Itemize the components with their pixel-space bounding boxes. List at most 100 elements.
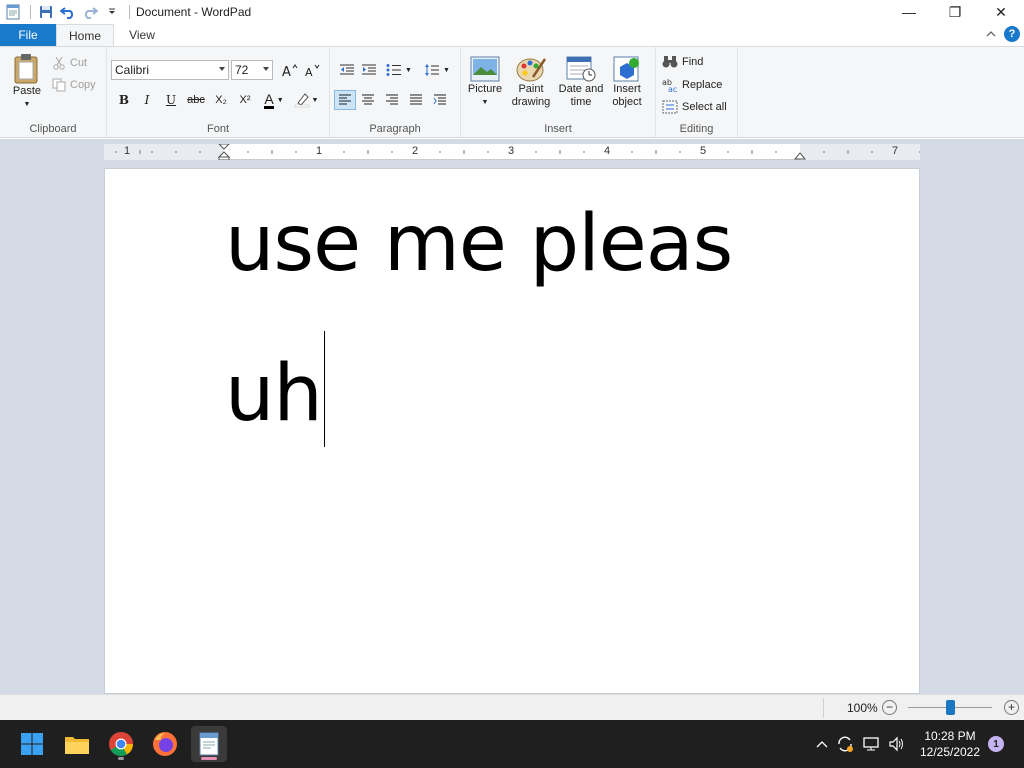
zoom-slider-thumb[interactable] [946, 700, 955, 715]
redo-icon[interactable] [79, 1, 101, 23]
paragraph-group: ▼ ▼ Paragraph [330, 47, 461, 137]
align-center-icon [362, 94, 374, 105]
font-size-value: 72 [235, 63, 249, 77]
highlight-color-button[interactable]: ▼ [291, 90, 321, 110]
divider [823, 698, 824, 718]
select-all-button[interactable]: Select all [662, 97, 727, 117]
tab-view[interactable]: View [114, 24, 170, 46]
window-title: Document - WordPad [136, 5, 252, 19]
save-icon[interactable] [35, 1, 57, 23]
picture-label: Picture [467, 83, 503, 95]
underline-button[interactable]: U [159, 90, 183, 110]
wordpad-app-icon[interactable] [2, 1, 24, 23]
highlighter-icon [294, 93, 309, 108]
notification-badge[interactable]: 1 [988, 736, 1004, 752]
paste-label: Paste [12, 85, 42, 97]
text-color-letter: A [264, 90, 274, 109]
bullet-list-icon [386, 64, 402, 76]
firefox-button[interactable] [147, 726, 183, 762]
insert-object-button[interactable]: Insert object [607, 55, 647, 109]
find-button[interactable]: Find [662, 52, 703, 72]
tab-home[interactable]: Home [56, 24, 114, 46]
replace-button[interactable]: ab ac Replace [662, 75, 722, 95]
wordpad-taskbar-button[interactable] [191, 726, 227, 762]
tab-file[interactable]: File [0, 24, 56, 46]
cut-button[interactable]: Cut [52, 53, 87, 73]
align-left-icon [339, 94, 351, 105]
subscript-button[interactable]: X₂ [209, 90, 233, 110]
date-time-label-1: Date and [558, 83, 604, 95]
document-line-1[interactable]: use me pleas [225, 205, 733, 283]
font-size-dropdown[interactable]: 72 [231, 60, 273, 80]
increase-indent-button[interactable] [358, 60, 380, 80]
align-left-button[interactable] [334, 90, 356, 110]
sync-icon[interactable] [832, 735, 858, 753]
ruler-number: 2 [412, 145, 419, 157]
tabs-right-controls: ? [986, 26, 1020, 42]
zoom-level: 100% [847, 701, 878, 715]
superscript-button[interactable]: X² [233, 90, 257, 110]
taskbar-clock[interactable]: 10:28 PM 12/25/2022 [912, 728, 988, 760]
ruler-number: 1 [316, 145, 323, 157]
network-icon[interactable] [858, 736, 884, 752]
insert-group: Picture ▼ Paint drawing Date and time In… [461, 47, 656, 137]
paste-button[interactable]: Paste ▼ [8, 53, 46, 111]
alignment-row [334, 90, 452, 110]
document-line-2[interactable]: uh [225, 355, 323, 433]
editing-group: Find ab ac Replace Select all Editing [656, 47, 738, 137]
font-family-chevron-down-icon [219, 67, 225, 71]
text-caret [324, 331, 325, 447]
zoom-in-button[interactable]: + [1004, 700, 1019, 715]
scissors-icon [53, 56, 65, 70]
paragraph-settings-button[interactable] [428, 90, 452, 110]
help-icon[interactable]: ? [1004, 26, 1020, 42]
ruler[interactable]: 1 1 2 3 4 5 7 [104, 144, 920, 160]
picture-button[interactable]: Picture ▼ [465, 55, 505, 109]
date-time-label-2: time [570, 96, 592, 108]
title-bar: Document - WordPad — ❐ ✕ [0, 0, 1024, 24]
minimize-button[interactable]: — [886, 0, 932, 24]
cut-label: Cut [70, 57, 88, 69]
decrease-indent-button[interactable] [336, 60, 358, 80]
file-explorer-button[interactable] [59, 726, 95, 762]
align-center-button[interactable] [356, 90, 380, 110]
text-color-button[interactable]: A ▼ [257, 90, 291, 110]
customize-toolbar-chevron-down-icon[interactable] [101, 1, 123, 23]
close-button[interactable]: ✕ [978, 0, 1024, 24]
copy-icon [52, 78, 66, 92]
zoom-out-button[interactable]: − [882, 700, 897, 715]
taskbar: 10:28 PM 12/25/2022 1 [0, 720, 1024, 768]
bullets-button[interactable]: ▼ [384, 60, 414, 80]
clock-date: 12/25/2022 [919, 745, 981, 759]
volume-icon[interactable] [884, 736, 910, 752]
italic-button[interactable]: I [135, 90, 159, 110]
show-hidden-icons-chevron-up-icon[interactable] [812, 740, 832, 748]
shrink-font-button[interactable]: A [303, 60, 321, 80]
chrome-button[interactable] [103, 726, 139, 762]
copy-label: Copy [70, 79, 96, 91]
strikethrough-button[interactable]: abc [183, 90, 209, 110]
bullets-chevron-down-icon: ▼ [405, 66, 412, 74]
right-indent-marker-icon[interactable] [794, 150, 806, 160]
ruler-number: 3 [508, 145, 515, 157]
collapse-ribbon-chevron-up-icon[interactable] [986, 27, 996, 41]
grow-font-button[interactable]: A [281, 60, 299, 80]
ruler-number: 1 [124, 145, 131, 157]
undo-icon[interactable] [57, 1, 79, 23]
justify-button[interactable] [404, 90, 428, 110]
line-spacing-chevron-down-icon: ▼ [443, 66, 450, 74]
start-button[interactable] [14, 726, 50, 762]
bold-button[interactable]: B [113, 90, 135, 110]
font-family-dropdown[interactable]: Calibri [111, 60, 229, 80]
svg-text:A: A [305, 66, 313, 77]
copy-button[interactable]: Copy [52, 75, 96, 95]
document-page[interactable]: use me pleas uh [104, 168, 920, 694]
svg-text:A: A [282, 65, 291, 77]
paint-drawing-button[interactable]: Paint drawing [507, 55, 555, 109]
date-and-time-button[interactable]: Date and time [557, 55, 605, 109]
restore-button[interactable]: ❐ [932, 0, 978, 24]
quick-access-toolbar [0, 0, 134, 24]
line-spacing-button[interactable]: ▼ [422, 60, 452, 80]
indent-marker-icon[interactable] [218, 144, 230, 160]
align-right-button[interactable] [380, 90, 404, 110]
